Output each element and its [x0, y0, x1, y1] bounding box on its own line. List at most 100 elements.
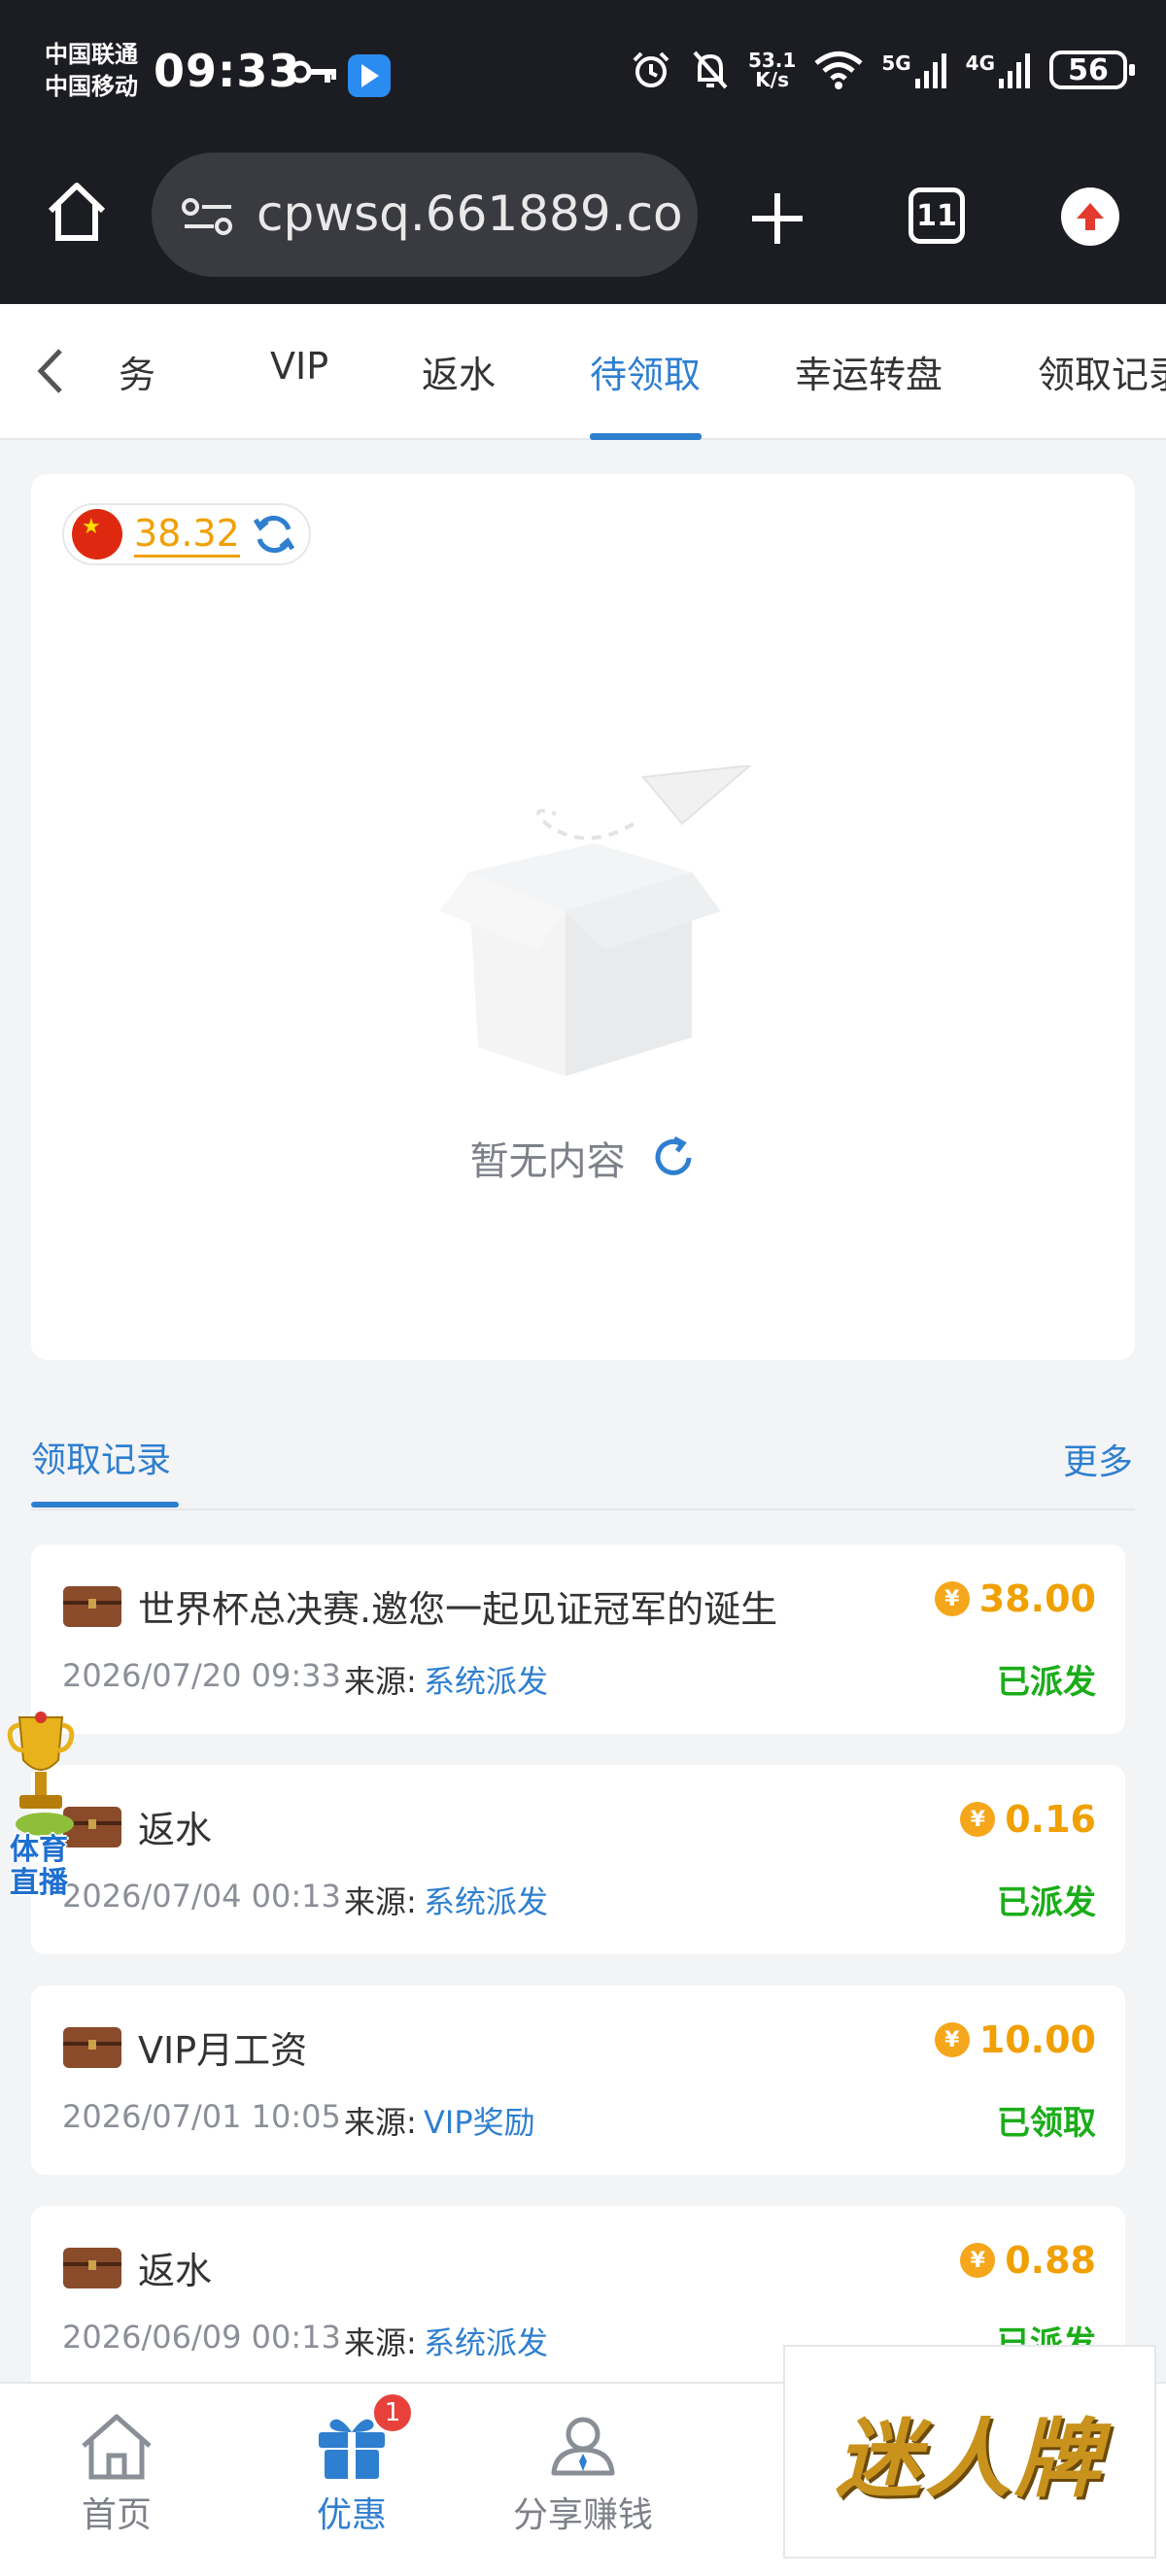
- coin-icon: ¥: [934, 1581, 970, 1616]
- brand-watermark: 迷人牌: [783, 2345, 1156, 2559]
- signal-5g-icon: 5G: [881, 51, 947, 88]
- record-date: 2026/06/09 00:13: [62, 2319, 341, 2356]
- record-amount: ¥0.16: [960, 1798, 1096, 1841]
- record-date: 2026/07/20 09:33: [62, 1657, 341, 1694]
- record-item[interactable]: 世界杯总决赛.邀您一起见证冠军的诞生 ¥38.00 2026/07/20 09:…: [31, 1544, 1125, 1734]
- browser-toolbar: cpwsq.661889.com 11: [0, 151, 1166, 304]
- treasure-chest-icon: [63, 1586, 121, 1627]
- record-source-label: 来源:: [344, 1883, 417, 1920]
- signal-5g-label: 5G: [881, 51, 911, 75]
- nav-home[interactable]: 首页: [49, 2411, 185, 2537]
- record-source-label: 来源:: [344, 1663, 417, 1700]
- record-status: 已领取: [997, 2104, 1096, 2143]
- empty-state-text: 暂无内容: [469, 1139, 626, 1184]
- record-amount-value: 38.00: [978, 1577, 1096, 1620]
- record-source: 系统派发: [424, 1663, 549, 1700]
- tab-vip[interactable]: VIP: [270, 345, 328, 388]
- record-name: 返水: [138, 1809, 213, 1851]
- mute-bell-icon: [693, 51, 728, 89]
- carrier-labels: 中国联通 中国移动: [45, 39, 138, 103]
- nav-share-earn[interactable]: 分享赚钱: [513, 2411, 653, 2537]
- record-source-label: 来源:: [344, 2324, 417, 2361]
- tab-rebate[interactable]: 返水: [422, 345, 496, 398]
- record-name: 世界杯总决赛.邀您一起见证冠军的诞生: [138, 1588, 778, 1631]
- treasure-chest-icon: [63, 2027, 121, 2068]
- net-speed: 53.1 K/s: [748, 51, 796, 89]
- home-icon[interactable]: [43, 178, 111, 246]
- status-bar: 中国联通 中国移动 09:33 53.1 K/s 5G 4G 56: [0, 0, 1166, 151]
- treasure-chest-icon: [63, 2248, 121, 2288]
- promotions-badge: 1: [371, 2391, 414, 2434]
- coin-icon: ¥: [934, 2022, 970, 2057]
- net-speed-value: 53.1: [747, 49, 797, 72]
- category-tabs: 务 VIP 返水 待领取 幸运转盘 领取记录: [0, 304, 1166, 440]
- records-section-title[interactable]: 领取记录: [31, 1432, 171, 1482]
- record-amount: ¥38.00: [934, 1577, 1096, 1620]
- sports-live-label-line1: 体育: [10, 1833, 68, 1867]
- carrier-2: 中国移动: [45, 73, 138, 100]
- vpn-key-icon: [289, 60, 336, 84]
- signal-4g-label: 4G: [965, 51, 995, 75]
- app-notification-icon: [348, 54, 391, 97]
- record-source: 系统派发: [424, 2324, 549, 2361]
- tab-lucky-wheel[interactable]: 幸运转盘: [795, 345, 943, 398]
- record-amount: ¥10.00: [934, 2018, 1096, 2061]
- sports-live-label-line2: 直播: [10, 1866, 68, 1900]
- wifi-icon: [814, 51, 863, 89]
- signal-4g-icon: 4G: [966, 51, 1032, 88]
- chevron-left-icon[interactable]: [35, 347, 64, 395]
- home-nav-icon: [82, 2414, 152, 2480]
- empty-box-illustration: [439, 765, 752, 1076]
- record-amount-value: 10.00: [978, 2018, 1096, 2061]
- record-item[interactable]: 返水 ¥0.16 2026/07/04 00:13 来源: 系统派发 已派发: [31, 1765, 1125, 1954]
- tab-switcher-button[interactable]: 11: [909, 187, 965, 244]
- record-status: 已派发: [997, 1663, 1096, 1702]
- carrier-1: 中国联通: [45, 41, 138, 68]
- section-divider: [31, 1508, 1135, 1510]
- new-tab-icon[interactable]: [748, 189, 806, 248]
- site-settings-icon[interactable]: [181, 197, 235, 236]
- tab-pending[interactable]: 待领取: [590, 345, 701, 398]
- coin-icon: ¥: [960, 2243, 996, 2278]
- record-date: 2026/07/04 00:13: [62, 1878, 341, 1915]
- coin-icon: ¥: [960, 1802, 996, 1837]
- active-tab-indicator: [590, 433, 702, 440]
- nav-home-label: 首页: [81, 2495, 152, 2535]
- records-tab-indicator: [31, 1502, 179, 1508]
- cn-flag-icon: ★: [72, 509, 122, 559]
- record-status: 已派发: [997, 1883, 1096, 1922]
- battery-icon: 56: [1049, 51, 1135, 89]
- record-amount-value: 0.88: [1005, 2239, 1096, 2282]
- record-amount-value: 0.16: [1005, 1798, 1096, 1841]
- nav-share-earn-label: 分享赚钱: [512, 2495, 653, 2535]
- sports-live-label: 体育 直播: [0, 1834, 78, 1900]
- record-source: VIP奖励: [424, 2104, 535, 2141]
- balance-pill[interactable]: ★ 38.32: [62, 503, 311, 565]
- record-source: 系统派发: [424, 1883, 549, 1920]
- net-speed-unit: K/s: [755, 68, 789, 91]
- address-bar[interactable]: cpwsq.661889.com: [152, 153, 698, 277]
- reload-icon[interactable]: [651, 1135, 696, 1180]
- record-name: 返水: [138, 2250, 213, 2292]
- empty-state: 暂无内容: [31, 1130, 1135, 1186]
- alarm-icon: [633, 51, 669, 87]
- nav-promotions-label: 优惠: [316, 2495, 387, 2535]
- pending-rewards-card: ★ 38.32 暂无内容: [31, 474, 1135, 1360]
- more-link[interactable]: 更多: [1063, 1434, 1133, 1484]
- trophy-icon: [7, 1712, 75, 1836]
- refresh-balance-icon[interactable]: [252, 512, 296, 557]
- update-icon[interactable]: [1061, 187, 1119, 246]
- record-amount: ¥0.88: [960, 2239, 1096, 2282]
- brand-watermark-text: 迷人牌: [835, 2407, 1104, 2509]
- tab-claim-history[interactable]: 领取记录: [1038, 345, 1166, 398]
- record-name: VIP月工资: [138, 2029, 308, 2072]
- url-text[interactable]: cpwsq.661889.com: [257, 186, 684, 242]
- record-date: 2026/07/01 10:05: [62, 2098, 341, 2135]
- sports-live-float-button[interactable]: 体育 直播: [0, 1712, 78, 1915]
- tab-tasks[interactable]: 务: [119, 345, 155, 398]
- status-time: 09:33: [154, 45, 301, 97]
- record-source-label: 来源:: [344, 2104, 417, 2141]
- record-item[interactable]: VIP月工资 ¥10.00 2026/07/01 10:05 来源: VIP奖励…: [31, 1985, 1125, 2175]
- balance-amount[interactable]: 38.32: [134, 512, 240, 558]
- share-users-icon: [551, 2417, 615, 2476]
